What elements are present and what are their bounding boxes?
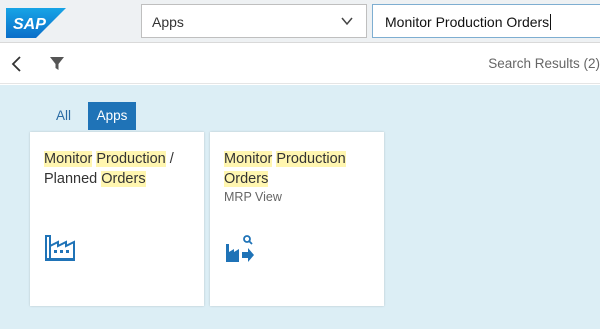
scope-select[interactable]: Apps — [141, 4, 367, 38]
results-content: All Apps Monitor Production / Planned Ord… — [0, 85, 600, 329]
back-arrow-icon[interactable] — [6, 53, 28, 75]
search-input[interactable]: Monitor Production Orders — [372, 4, 600, 38]
scope-select-value: Apps — [152, 14, 184, 30]
tab-apps[interactable]: Apps — [88, 102, 136, 130]
results-toolbar: Search Results (2) — [0, 43, 600, 84]
tile-title: Monitor Production / Planned Orders — [44, 149, 194, 189]
factory-search-arrow-icon — [226, 235, 254, 262]
title-word: Monitor — [224, 151, 273, 167]
sap-logo-text: SAP — [13, 16, 46, 33]
title-word: / — [165, 151, 174, 167]
title-word: Production — [276, 151, 346, 167]
shell-header: SAP Apps Monitor Production Orders — [0, 0, 600, 43]
title-word: Production — [96, 151, 166, 167]
tile-subtitle: MRP View — [224, 190, 282, 204]
text-caret — [550, 14, 552, 30]
app-tile-monitor-production-planned-orders[interactable]: Monitor Production / Planned Orders — [30, 132, 204, 306]
title-word: Orders — [224, 171, 269, 187]
filter-icon[interactable] — [46, 53, 68, 75]
chevron-down-icon — [341, 17, 353, 26]
search-input-value: Monitor Production Orders — [385, 14, 550, 30]
app-tile-monitor-production-orders-mrp[interactable]: Monitor Production Orders MRP View — [210, 132, 384, 306]
tile-title: Monitor Production Orders — [224, 149, 374, 189]
search-results-count: Search Results (2) — [488, 56, 600, 71]
title-word: Orders — [101, 171, 146, 187]
factory-icon — [45, 235, 75, 261]
title-word: Monitor — [44, 151, 93, 167]
title-word: Planned — [44, 171, 98, 187]
tab-all[interactable]: All — [52, 102, 75, 130]
sap-logo[interactable]: SAP — [6, 8, 66, 38]
